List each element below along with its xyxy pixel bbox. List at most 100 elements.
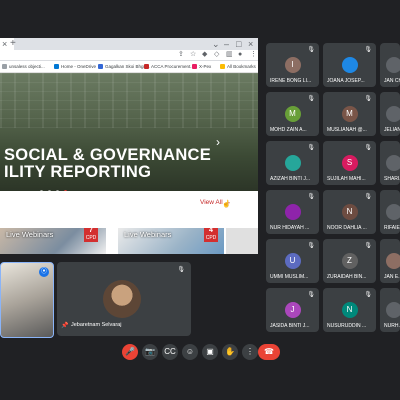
onedrive-icon <box>54 64 59 70</box>
mic-off-icon: 🎙 <box>307 292 315 298</box>
participant-tile[interactable]: I 🎙 IRENE BONG LI... <box>266 43 319 87</box>
participant-name: IRENE BONG LI... <box>270 78 312 84</box>
webinar-card[interactable]: Live Webinars 7 CPD <box>0 228 106 254</box>
participant-tile[interactable]: JAN E... <box>380 239 400 283</box>
participant-tile[interactable]: JELIANI... <box>380 92 400 136</box>
presenter-tile[interactable]: 🎙 📌 Jebaretnam Selvaraj <box>57 262 191 336</box>
cpd-unit: CPD <box>85 235 97 241</box>
pointer-cursor-icon: ☝ <box>222 201 231 208</box>
star-icon[interactable]: ☆ <box>190 50 196 60</box>
participant-name: ZURAIDAH BIN... <box>327 274 367 280</box>
webinar-card[interactable] <box>226 228 258 254</box>
menu-icon[interactable]: ⋮ <box>250 50 257 60</box>
cpd-value: 4 <box>209 228 213 234</box>
camera-button[interactable]: 📷 <box>142 344 158 360</box>
address-bar[interactable]: ⇪ ☆ ◆ ◇ ▥ ● ⋮ <box>0 50 258 61</box>
participant-tile[interactable]: 🎙 NUR HIDAYAH ... <box>266 190 319 234</box>
bookmark-label: unsaless objecti... <box>9 64 45 69</box>
hero-title-line2: ILITY REPORTING <box>4 163 152 181</box>
participant-avatar: M <box>341 106 358 122</box>
close-window-icon[interactable]: × <box>248 38 253 50</box>
more-options-button[interactable]: ⋮ <box>242 344 258 360</box>
mic-off-icon: 🎙 <box>307 96 315 102</box>
participant-tile[interactable]: J 🎙 JASIDA BINTI J... <box>266 288 319 332</box>
bookmark-item[interactable]: ACCA Procurement... <box>144 61 194 72</box>
participant-tile[interactable]: U 🎙 UMMI MUSLIM... <box>266 239 319 283</box>
participant-tile[interactable]: M 🎙 MUSLIANAH @... <box>323 92 376 136</box>
carousel-dot[interactable] <box>48 190 51 191</box>
carousel-dot-active[interactable] <box>64 190 67 191</box>
participant-tile[interactable]: SHARI... <box>380 141 400 185</box>
bookmark-item[interactable]: Home - OneDrive <box>54 61 96 72</box>
presenter-avatar <box>103 280 141 318</box>
raise-hand-button[interactable]: ✋ <box>222 344 238 360</box>
participant-avatar <box>386 155 400 171</box>
building-image <box>0 73 258 128</box>
bookmark-icon <box>192 64 197 70</box>
participant-tile[interactable]: NURH... <box>380 288 400 332</box>
profile-icon[interactable]: ● <box>238 50 242 60</box>
carousel-dot[interactable] <box>56 190 59 191</box>
bookmark-icon <box>2 64 7 70</box>
bookmark-icon <box>98 64 103 70</box>
sidebar-icon[interactable]: ▥ <box>226 50 233 60</box>
participant-tile[interactable]: S 🎙 SUJILAH MAHI... <box>323 141 376 185</box>
folder-icon <box>220 64 225 70</box>
participant-name: JAN E... <box>384 274 400 280</box>
participant-tile[interactable]: Z 🎙 ZURAIDAH BIN... <box>323 239 376 283</box>
tab-search-icon[interactable]: ⌄ <box>212 38 220 50</box>
participant-name: NURH... <box>384 323 400 329</box>
participant-avatar <box>386 204 400 220</box>
extension-icon[interactable]: ◇ <box>214 50 219 60</box>
webinar-card[interactable]: Live Webinars 4 CPD <box>118 228 224 254</box>
minimize-icon[interactable]: – <box>224 38 229 50</box>
bookmark-item[interactable]: Gagalkan Skoi Bhgn... <box>98 61 150 72</box>
captions-button[interactable]: CC <box>162 344 178 360</box>
participant-avatar <box>386 57 400 73</box>
mic-off-button[interactable]: 🎤 <box>122 344 138 360</box>
participant-avatar <box>341 57 358 73</box>
cpd-value: 7 <box>89 228 93 234</box>
mic-off-icon: 🎙 <box>364 96 372 102</box>
participant-tile[interactable]: JAN CH... <box>380 43 400 87</box>
participant-tile[interactable]: 🎙 AZIZAH BINTI J... <box>266 141 319 185</box>
participant-name: NUSURUDDIN ... <box>327 323 367 329</box>
mic-off-icon: 🎙 <box>307 243 315 249</box>
chevron-right-icon[interactable]: › <box>216 135 220 149</box>
participant-tile[interactable]: N 🎙 NOOR DAHLIA ... <box>323 190 376 234</box>
mic-off-icon: 🎙 <box>364 243 372 249</box>
share-icon[interactable]: ⇪ <box>178 50 184 60</box>
participant-tile[interactable]: 🎙 JOANA JOSEP... <box>323 43 376 87</box>
bookmark-item[interactable]: unsaless objecti... <box>2 61 45 72</box>
pin-icon[interactable]: 📌 <box>61 322 68 329</box>
participant-tile[interactable]: M 🎙 MOHD ZAIN A... <box>266 92 319 136</box>
end-call-button[interactable]: ☎ <box>258 344 280 360</box>
participant-avatar <box>284 155 301 171</box>
bookmark-label: ACCA Procurement... <box>151 64 195 69</box>
participant-avatar: N <box>341 204 358 220</box>
carousel-dots <box>40 180 72 191</box>
bookmarks-bar: unsaless objecti... Home - OneDrive Gaga… <box>0 61 258 73</box>
participant-avatar: S <box>341 155 358 171</box>
carousel-dot[interactable] <box>40 190 43 191</box>
new-tab-icon[interactable]: + <box>10 38 16 50</box>
self-video-tile[interactable]: ⦿ <box>0 262 54 338</box>
mic-off-icon: 🎙 <box>364 292 372 298</box>
browser-tab-bar: × + ⌄ – □ × <box>0 38 258 50</box>
presenter-name: Jebaretnam Selvaraj <box>71 322 122 328</box>
emoji-button[interactable]: ☺ <box>182 344 198 360</box>
cpd-badge: 4 CPD <box>204 228 218 242</box>
participant-avatar: I <box>284 57 301 73</box>
extension-icon[interactable]: ◆ <box>202 50 207 60</box>
bookmark-item[interactable]: All Bookmarks <box>220 61 256 72</box>
bookmark-item[interactable]: X-Pex <box>192 61 211 72</box>
close-tab-icon[interactable]: × <box>2 38 7 50</box>
participant-name: NUR HIDAYAH ... <box>270 225 310 231</box>
present-button[interactable]: ▣ <box>202 344 218 360</box>
mic-off-icon: 🎙 <box>307 194 315 200</box>
cpd-unit: CPD <box>205 235 217 241</box>
maximize-icon[interactable]: □ <box>236 38 241 50</box>
participant-tile[interactable]: RIFAIE... <box>380 190 400 234</box>
participant-tile[interactable]: N 🎙 NUSURUDDIN ... <box>323 288 376 332</box>
cpd-badge: 7 CPD <box>84 228 98 242</box>
